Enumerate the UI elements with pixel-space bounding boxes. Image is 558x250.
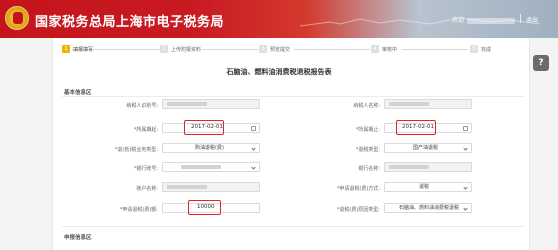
chevron-down-icon: [463, 206, 468, 211]
section-divider: [62, 226, 525, 227]
taxpayer-id-label: 纳税人识别号:: [126, 103, 158, 109]
oil-type-label: *退税类型:: [355, 147, 380, 153]
calendar-icon[interactable]: [463, 126, 468, 131]
bank-account-label: *银行账号:: [133, 166, 158, 172]
taxpayer-name-field: [384, 99, 472, 109]
section-divider: [62, 96, 525, 97]
user-greeting[interactable]: 欢迎: [452, 15, 516, 24]
refund-reason-select[interactable]: 石脑油、燃料油消费税退税: [384, 203, 472, 213]
oil-type-select[interactable]: 国产油退税: [384, 143, 472, 153]
refund-type-label: *退(抵)税业务类型:: [114, 147, 158, 153]
step-1-label: 填报填写: [73, 47, 94, 53]
logout-link[interactable]: 退出: [526, 15, 538, 24]
chevron-down-icon: [463, 185, 468, 190]
refund-reason-label: *退税(费)原因类型:: [336, 207, 380, 213]
period-end-value: 2017-02-01: [402, 124, 434, 130]
period-end-label: *所属期止:: [355, 127, 380, 133]
chevron-down-icon: [463, 146, 468, 151]
taxpayer-name-label: 纳税人名称:: [353, 103, 380, 109]
step-4-number: 4: [371, 45, 379, 53]
refund-reason-value: 石脑油、燃料油消费税退税: [399, 205, 460, 211]
bank-name-label: 银行名称:: [358, 166, 380, 172]
period-start-label: *所属期起:: [133, 127, 158, 133]
site-title: 国家税务总局上海市电子税务局: [35, 15, 225, 30]
bank-name-field: [384, 162, 472, 172]
site-header: 国家税务总局上海市电子税务局 欢迎 退出: [0, 0, 558, 38]
taxpayer-id-field: [162, 99, 260, 109]
step-3-number: 3: [259, 45, 267, 53]
section-basic-info: 基本信息区: [64, 90, 92, 96]
step-2-number: 2: [160, 45, 168, 53]
chevron-down-icon: [251, 165, 256, 170]
step-4-label: 审核中: [382, 47, 398, 53]
calendar-icon[interactable]: [251, 126, 256, 131]
account-name-label: 账户名称:: [136, 186, 158, 192]
step-5-number: 5: [470, 45, 478, 53]
refund-amount-label: *申请退税(费)额:: [119, 207, 158, 213]
form-title: 石脑油、燃料油消费税退税报告表: [226, 68, 332, 76]
bank-account-select[interactable]: [162, 162, 260, 172]
step-2-label: 上传附报资料: [171, 47, 202, 53]
refund-amount-value: 10000: [197, 204, 215, 210]
refund-method-label: *申请退税(费)方式:: [336, 186, 380, 192]
step-5-label: 完成: [481, 47, 492, 53]
refund-method-value: 退税: [419, 184, 430, 190]
account-name-field: [162, 182, 260, 192]
progress-stepper: 1 填报填写 2 上传附报资料 3 预览提交 4 审核中 5 完成: [62, 45, 522, 55]
header-divider: [520, 14, 521, 23]
section-apply-info: 申报信息区: [64, 235, 92, 241]
oil-type-value: 国产油退税: [413, 145, 439, 151]
refund-method-select[interactable]: 退税: [384, 182, 472, 192]
user-label: 欢迎: [452, 17, 465, 24]
refund-type-value: 购油退税(费): [195, 145, 224, 151]
user-name-redacted: [467, 17, 516, 24]
refund-type-select[interactable]: 购油退税(费): [162, 143, 260, 153]
step-3-label: 预览提交: [270, 47, 291, 53]
period-start-value: 2017-02-01: [191, 124, 223, 130]
chevron-down-icon: [251, 146, 256, 151]
tax-emblem-icon: [5, 6, 29, 30]
step-1-number: 1: [62, 45, 70, 53]
